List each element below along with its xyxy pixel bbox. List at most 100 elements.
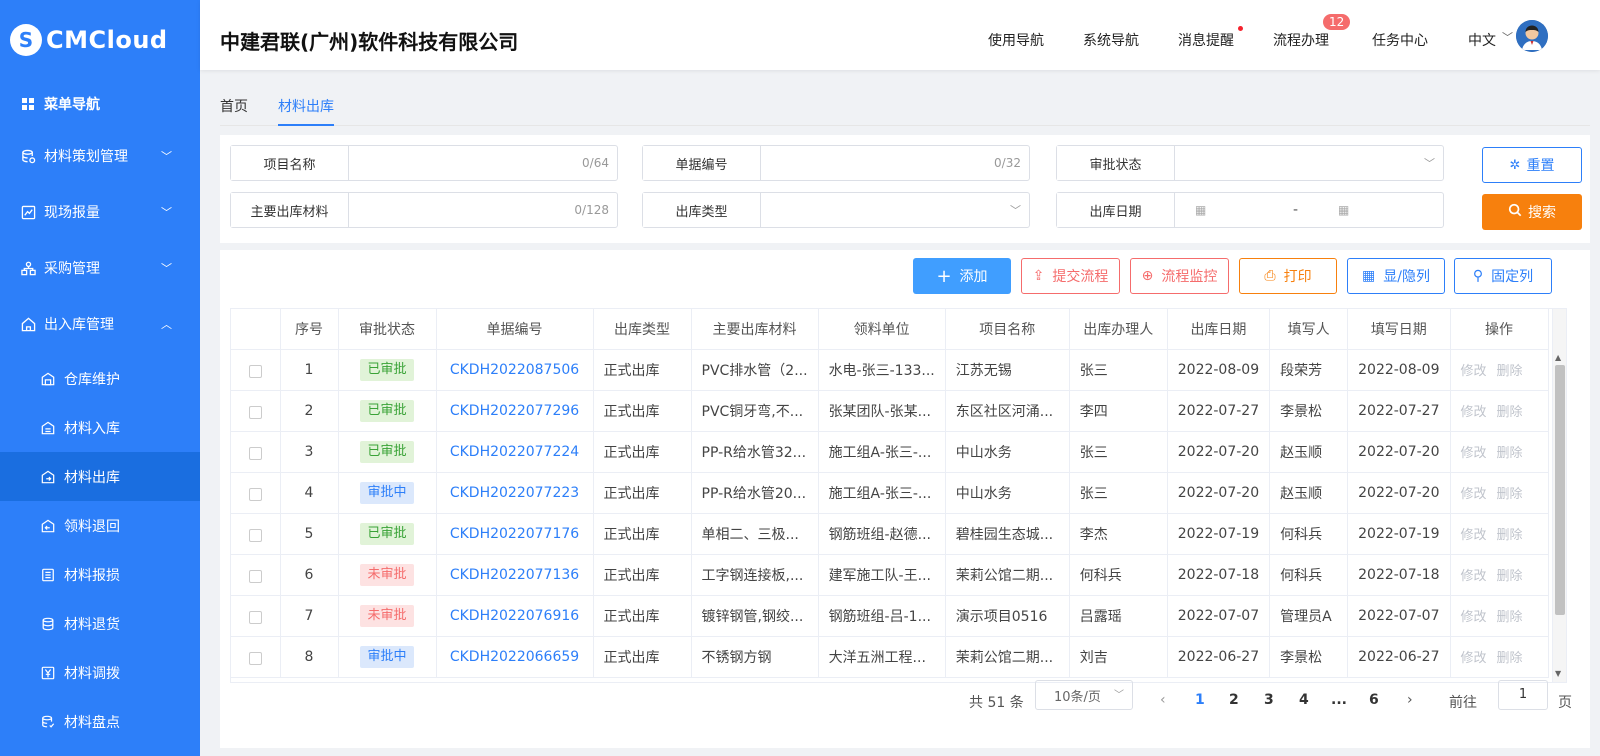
row-checkbox[interactable] (248, 447, 262, 460)
tab-home[interactable]: 首页 (220, 96, 248, 116)
doc-code-link[interactable]: CKDH2022077136 (450, 567, 579, 583)
next-page-icon[interactable]: › (1407, 692, 1413, 708)
row-select[interactable] (231, 349, 281, 391)
cell-code[interactable]: CKDH2022077223 (436, 472, 594, 514)
cell-code[interactable]: CKDH2022076916 (436, 595, 594, 637)
row-select[interactable] (231, 390, 281, 432)
edit-link[interactable]: 修改 (1461, 651, 1487, 666)
sidebar-subitem-warehouse[interactable]: 仓库维护 (0, 354, 200, 403)
nav-messages[interactable]: 消息提醒 (1178, 30, 1234, 50)
doc-code-link[interactable]: CKDH2022076916 (450, 608, 579, 624)
table-row[interactable]: 8 审批中 CKDH2022066659 正式出库 不锈钢方钢 大洋五洲工程... 茉莉公馆… (231, 636, 1549, 678)
fix-columns-button[interactable]: ⚲ 固定列 (1454, 258, 1552, 294)
edit-link[interactable]: 修改 (1461, 446, 1487, 461)
out-type-select[interactable]: ﹀ (761, 193, 1029, 227)
nav-task-center[interactable]: 任务中心 (1372, 30, 1428, 50)
submit-process-button[interactable]: ⇪ 提交流程 (1021, 258, 1120, 294)
table-row[interactable]: 1 已审批 CKDH2022087506 正式出库 PVC排水管（2... 水电-张三-1… (231, 349, 1549, 391)
doc-code-link[interactable]: CKDH2022077224 (450, 444, 579, 460)
nav-system-guide[interactable]: 系统导航 (1083, 30, 1139, 50)
row-checkbox[interactable] (248, 488, 262, 501)
sidebar-item-material-planning[interactable]: 材料策划管理 ﹀ (0, 128, 200, 184)
page-size-select[interactable]: 10条/页 ﹀ (1035, 680, 1133, 710)
edit-link[interactable]: 修改 (1461, 364, 1487, 379)
delete-link[interactable]: 删除 (1497, 364, 1523, 379)
print-button[interactable]: ⎙ 打印 (1239, 258, 1337, 294)
row-checkbox[interactable] (248, 365, 262, 378)
table-row[interactable]: 4 审批中 CKDH2022077223 正式出库 PP-R给水管20... 施工组A-张… (231, 472, 1549, 514)
row-select[interactable] (231, 472, 281, 514)
row-checkbox[interactable] (248, 570, 262, 583)
row-select[interactable] (231, 513, 281, 555)
row-select[interactable] (231, 636, 281, 678)
table-row[interactable]: 5 已审批 CKDH2022077176 正式出库 单相二、三极... 钢筋班组-赵德..… (231, 513, 1549, 555)
row-checkbox[interactable] (248, 611, 262, 624)
delete-link[interactable]: 删除 (1497, 651, 1523, 666)
delete-link[interactable]: 删除 (1497, 528, 1523, 543)
doc-code-link[interactable]: CKDH2022077296 (450, 403, 579, 419)
sidebar-subitem-transfer[interactable]: 材料调拨 (0, 648, 200, 697)
cell-code[interactable]: CKDH2022077224 (436, 431, 594, 473)
table-row[interactable]: 2 已审批 CKDH2022077296 正式出库 PVC铜牙弯,不... 张某团队-张某… (231, 390, 1549, 432)
nav-process[interactable]: 流程办理 (1273, 30, 1329, 50)
page-6[interactable]: 6 (1369, 692, 1379, 708)
nav-usage-guide[interactable]: 使用导航 (988, 30, 1044, 50)
out-date-range[interactable]: ▦ - ▦ (1175, 193, 1443, 227)
cell-code[interactable]: CKDH2022077136 (436, 554, 594, 596)
goto-page-input[interactable]: 1 (1498, 680, 1548, 710)
process-monitor-button[interactable]: ⊕ 流程监控 (1130, 258, 1229, 294)
table-row[interactable]: 7 未审批 CKDH2022076916 正式出库 镀锌钢管,钢绞... 钢筋班组-吕-1… (231, 595, 1549, 637)
tab-material-outbound[interactable]: 材料出库 (278, 96, 334, 116)
edit-link[interactable]: 修改 (1461, 528, 1487, 543)
row-select[interactable] (231, 554, 281, 596)
language-select[interactable]: 中文 (1468, 30, 1496, 50)
sidebar-subitem-damage[interactable]: 材料报损 (0, 550, 200, 599)
scroll-up-icon[interactable]: ▲ (1555, 353, 1561, 362)
sidebar-subitem-outbound[interactable]: 材料出库 (0, 452, 200, 501)
page-2[interactable]: 2 (1229, 692, 1239, 708)
page-3[interactable]: 3 (1264, 692, 1274, 708)
delete-link[interactable]: 删除 (1497, 405, 1523, 420)
cell-code[interactable]: CKDH2022066659 (436, 636, 594, 678)
menu-nav[interactable]: 菜单导航 (0, 80, 200, 128)
sidebar-subitem-stocktake[interactable]: 材料盘点 (0, 697, 200, 746)
sidebar-subitem-inbound[interactable]: 材料入库 (0, 403, 200, 452)
page-4[interactable]: 4 (1299, 692, 1309, 708)
reset-button[interactable]: ✲ 重置 (1482, 147, 1582, 183)
delete-link[interactable]: 删除 (1497, 610, 1523, 625)
doc-code-link[interactable]: CKDH2022077223 (450, 485, 579, 501)
cell-code[interactable]: CKDH2022087506 (436, 349, 594, 391)
page-ellipsis[interactable]: ... (1331, 692, 1347, 708)
doc-code-link[interactable]: CKDH2022066659 (450, 649, 579, 665)
sidebar-subitem-return[interactable]: 领料退回 (0, 501, 200, 550)
approval-status-select[interactable]: ﹀ (1175, 146, 1443, 180)
table-row[interactable]: 3 已审批 CKDH2022077224 正式出库 PP-R给水管32... 施工组A-张… (231, 431, 1549, 473)
table-row[interactable]: 6 未审批 CKDH2022077136 正式出库 工字钢连接板,... 建军施工队-王.… (231, 554, 1549, 596)
row-checkbox[interactable] (248, 406, 262, 419)
delete-link[interactable]: 删除 (1497, 569, 1523, 584)
edit-link[interactable]: 修改 (1461, 569, 1487, 584)
avatar[interactable] (1516, 20, 1548, 52)
cell-code[interactable]: CKDH2022077176 (436, 513, 594, 555)
row-checkbox[interactable] (248, 652, 262, 665)
row-checkbox[interactable] (248, 529, 262, 542)
scroll-down-icon[interactable]: ▼ (1555, 669, 1561, 678)
row-select[interactable] (231, 431, 281, 473)
page-1[interactable]: 1 (1195, 692, 1205, 708)
sidebar-item-purchase[interactable]: 采购管理 ﹀ (0, 240, 200, 296)
edit-link[interactable]: 修改 (1461, 610, 1487, 625)
row-select[interactable] (231, 595, 281, 637)
delete-link[interactable]: 删除 (1497, 487, 1523, 502)
scrollbar-thumb[interactable] (1555, 365, 1565, 615)
delete-link[interactable]: 删除 (1497, 446, 1523, 461)
doc-code-link[interactable]: CKDH2022077176 (450, 526, 579, 542)
project-name-input[interactable]: 0/64 (349, 146, 617, 180)
doc-no-input[interactable]: 0/32 (761, 146, 1029, 180)
doc-code-link[interactable]: CKDH2022087506 (450, 362, 579, 378)
sidebar-item-site-report[interactable]: 现场报量 ﹀ (0, 184, 200, 240)
vertical-scrollbar[interactable]: ▲ ▼ (1553, 308, 1567, 683)
main-material-input[interactable]: 0/128 (349, 193, 617, 227)
cell-code[interactable]: CKDH2022077296 (436, 390, 594, 432)
sidebar-subitem-refund[interactable]: 材料退货 (0, 599, 200, 648)
search-button[interactable]: 搜索 (1482, 194, 1582, 230)
